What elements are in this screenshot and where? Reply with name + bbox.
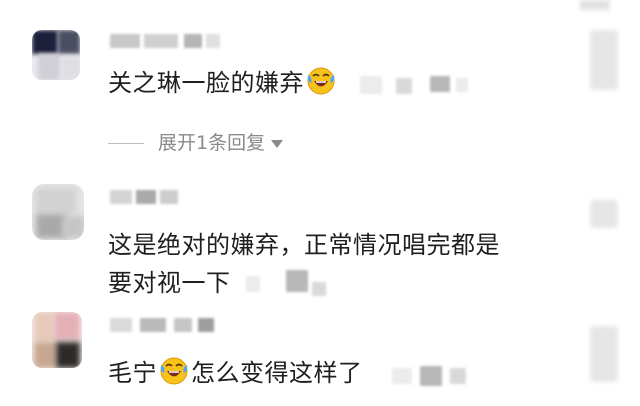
timestamp-blurred <box>392 368 412 384</box>
top-edge-fragment <box>580 0 610 10</box>
username-blurred[interactable] <box>110 190 180 204</box>
chevron-down-icon <box>271 139 284 148</box>
expand-replies-label: 展开1条回复 <box>158 132 266 154</box>
timestamp-blurred <box>360 76 382 94</box>
timestamp-blurred <box>450 368 466 384</box>
comment-text: 毛宁 怎么变得这样了 <box>108 356 363 390</box>
laughing-crying-emoji-icon <box>307 67 335 95</box>
divider-line <box>108 143 144 144</box>
like-button-blurred[interactable] <box>590 200 618 228</box>
like-button-blurred[interactable] <box>590 326 618 382</box>
avatar[interactable] <box>32 30 80 80</box>
timestamp-blurred <box>430 76 450 92</box>
avatar[interactable] <box>32 312 82 368</box>
like-button-blurred[interactable] <box>590 30 618 90</box>
avatar[interactable] <box>32 184 84 240</box>
timestamp-blurred <box>456 78 468 92</box>
comment-text-line: 这是绝对的嫌弃，正常情况唱完都是 <box>108 231 500 259</box>
timestamp-blurred <box>312 282 326 296</box>
username-blurred[interactable] <box>110 318 214 332</box>
comment-text: 关之琳一脸的嫌弃 <box>108 66 338 100</box>
timestamp-blurred <box>246 276 260 292</box>
laughing-crying-emoji-icon <box>160 357 188 385</box>
expand-replies-link[interactable]: 展开1条回复 <box>108 128 284 155</box>
timestamp-blurred <box>286 270 308 292</box>
comment-text-line: 要对视一下 <box>108 269 231 297</box>
username-blurred[interactable] <box>110 34 220 48</box>
timestamp-blurred <box>420 366 442 386</box>
timestamp-blurred <box>396 78 412 94</box>
